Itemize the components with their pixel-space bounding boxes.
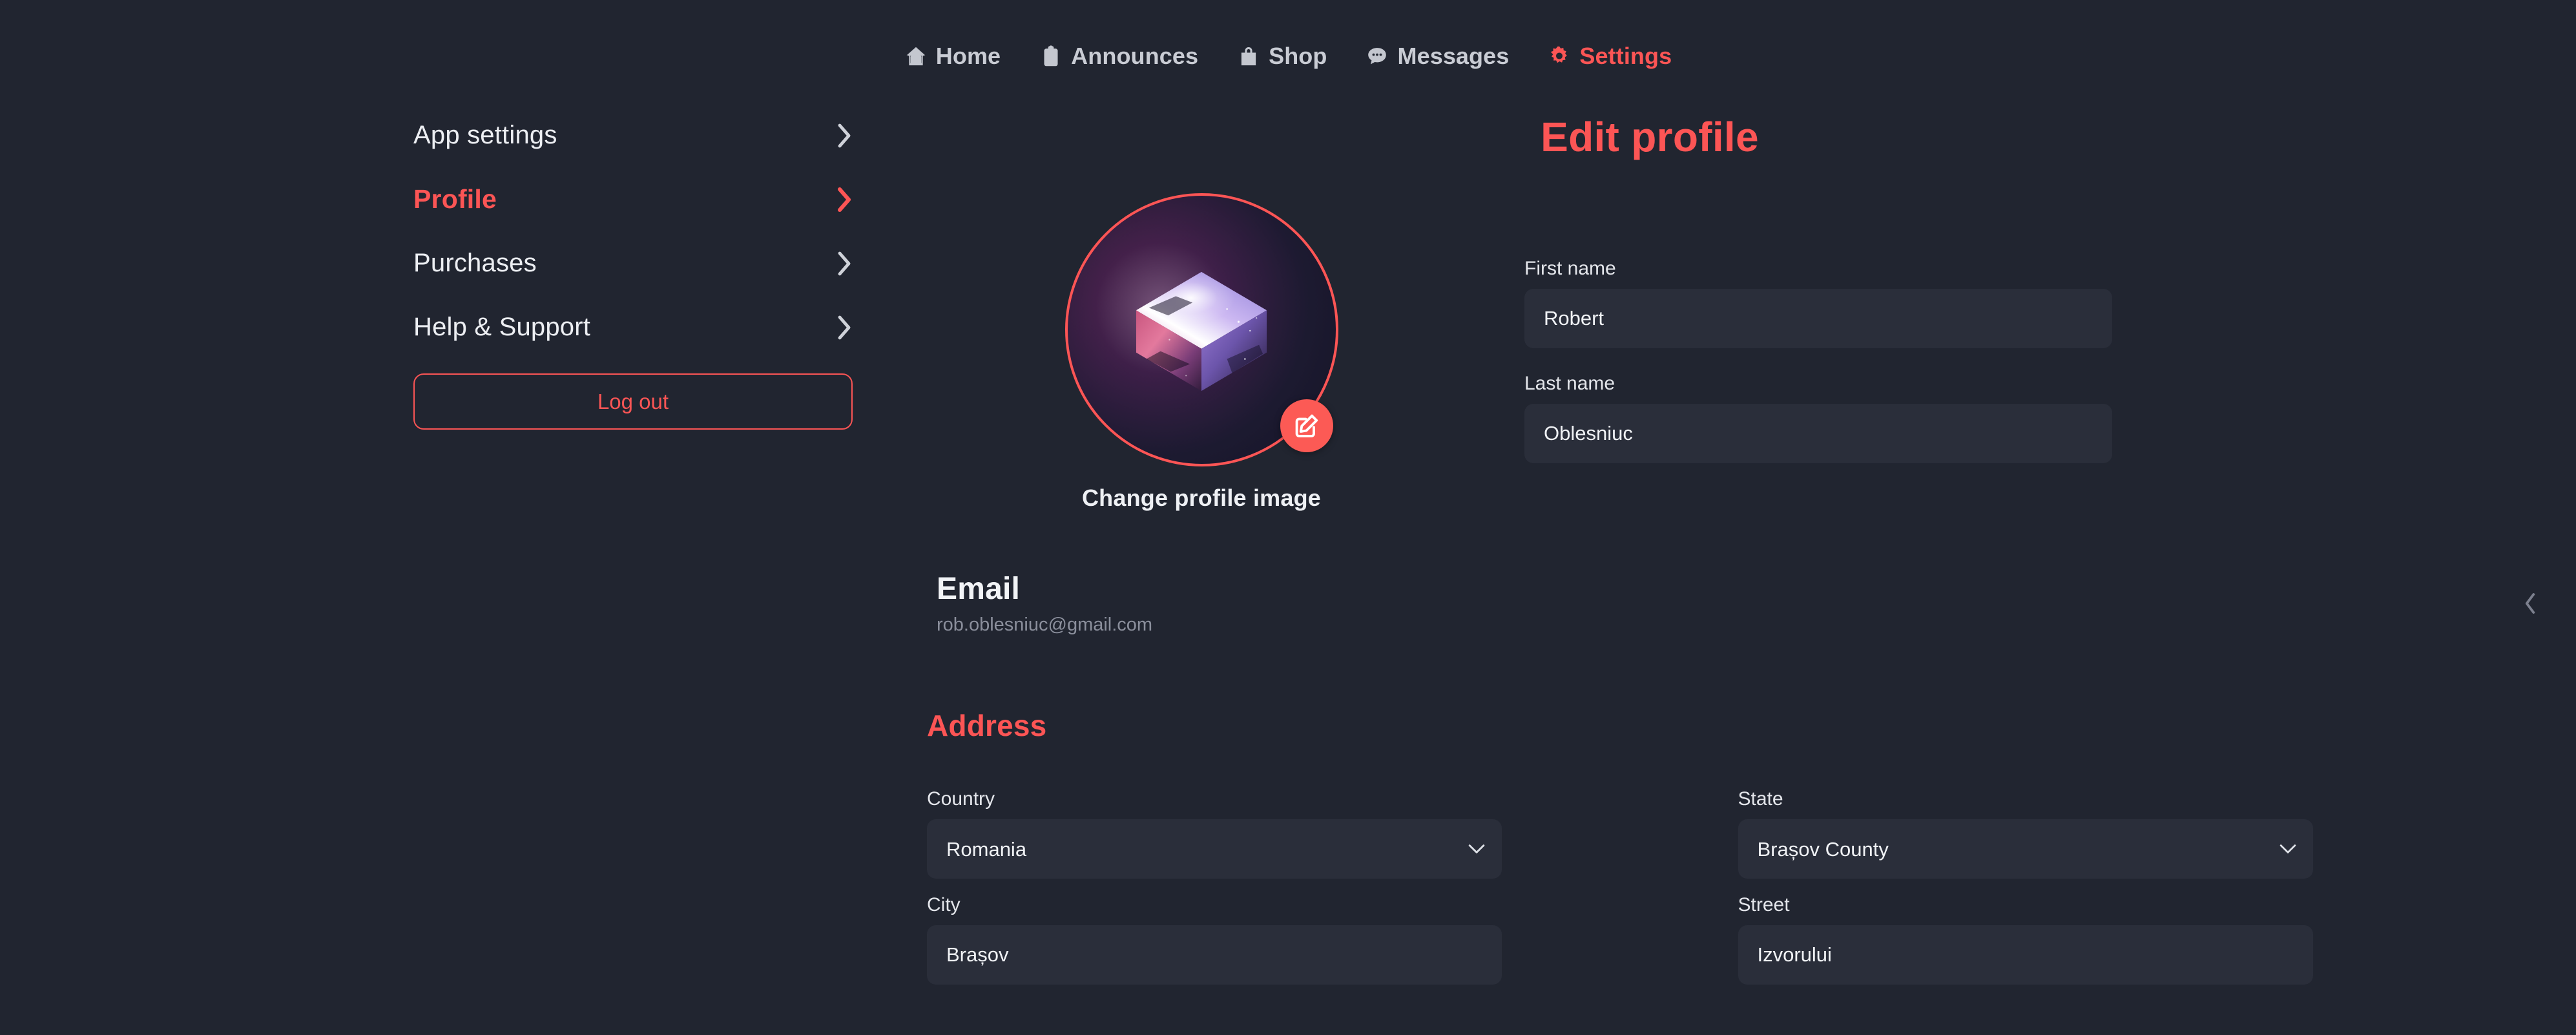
email-section[interactable]: Email rob.oblesniuc@gmail.com xyxy=(937,571,2576,636)
state-group: State Brașov County xyxy=(1738,788,2313,879)
state-select[interactable]: Brașov County xyxy=(1738,819,2313,879)
sidebar-item-label: App settings xyxy=(413,121,557,149)
gear-icon xyxy=(1551,46,1568,63)
country-label: Country xyxy=(927,788,995,810)
sidebar-list: App settings Profile Purchases Help & Su… xyxy=(413,103,853,430)
city-group: City xyxy=(927,894,1502,985)
page-body: App settings Profile Purchases Help & Su… xyxy=(0,100,2576,512)
first-name-group: First name xyxy=(1524,258,2112,348)
nav-label: Shop xyxy=(1269,42,1327,69)
address-grid: Country Romania State Brașov County City xyxy=(927,788,2537,985)
sidebar-item-label: Profile xyxy=(413,184,497,214)
first-name-label: First name xyxy=(1524,258,1616,279)
email-text-block: Email rob.oblesniuc@gmail.com xyxy=(937,571,1152,636)
edit-pencil-icon xyxy=(1295,414,1318,437)
chevron-right-icon xyxy=(838,187,851,212)
profile-top-section: Change profile image First name Last nam… xyxy=(878,193,2460,512)
country-group: Country Romania xyxy=(927,788,1502,879)
chevron-right-icon xyxy=(838,315,851,339)
nav-label: Messages xyxy=(1397,42,1510,69)
nav-item-announces[interactable]: Announces xyxy=(1039,43,1198,70)
avatar[interactable] xyxy=(1065,193,1338,466)
avatar-block: Change profile image xyxy=(878,193,1524,512)
country-select[interactable]: Romania xyxy=(927,819,1502,879)
shopping-bag-icon xyxy=(1241,47,1256,65)
last-name-label: Last name xyxy=(1524,373,1615,394)
sidebar-item-help-support[interactable]: Help & Support xyxy=(413,295,853,359)
last-name-input[interactable] xyxy=(1524,404,2112,463)
nav-item-shop[interactable]: Shop xyxy=(1237,43,1327,70)
country-select-wrap: Romania xyxy=(927,819,1502,879)
email-value: rob.oblesniuc@gmail.com xyxy=(937,614,1153,635)
log-out-button[interactable]: Log out xyxy=(413,373,853,430)
edit-profile-main: Edit profile Change profile image First … xyxy=(878,100,2576,512)
nav-item-messages[interactable]: Messages xyxy=(1366,43,1509,70)
street-input[interactable] xyxy=(1738,925,2313,985)
chat-bubble-icon xyxy=(1368,47,1387,64)
sidebar-item-app-settings[interactable]: App settings xyxy=(413,103,853,167)
settings-sidebar: App settings Profile Purchases Help & Su… xyxy=(0,100,878,512)
nav-label: Home xyxy=(935,42,1001,69)
city-input[interactable] xyxy=(927,925,1502,985)
sidebar-item-purchases[interactable]: Purchases xyxy=(413,231,853,295)
address-title: Address xyxy=(927,709,1047,742)
nav-item-home[interactable]: Home xyxy=(904,43,1001,70)
sidebar-item-label: Help & Support xyxy=(413,313,591,341)
nav-label: Settings xyxy=(1579,42,1672,69)
nav-item-settings[interactable]: Settings xyxy=(1548,43,1672,70)
chevron-left-icon[interactable] xyxy=(2523,590,2537,617)
email-title: Email xyxy=(937,572,1021,606)
street-group: Street xyxy=(1738,894,2313,985)
change-profile-image-label[interactable]: Change profile image xyxy=(1082,485,1321,512)
chevron-right-icon xyxy=(838,251,851,275)
address-section: Address Country Romania State Brașov Cou… xyxy=(927,708,2576,985)
top-navigation: Home Announces Shop Messages Settings xyxy=(0,0,2576,100)
last-name-group: Last name xyxy=(1524,373,2112,463)
first-name-input[interactable] xyxy=(1524,289,2112,348)
sidebar-item-label: Purchases xyxy=(413,249,537,277)
nebula-cube-image xyxy=(1131,263,1272,397)
sidebar-item-profile[interactable]: Profile xyxy=(413,167,853,231)
edit-profile-image-button[interactable] xyxy=(1280,399,1333,452)
page-title: Edit profile xyxy=(1541,114,1759,160)
nav-label: Announces xyxy=(1071,42,1199,69)
state-label: State xyxy=(1738,788,1783,810)
home-icon xyxy=(906,47,926,65)
state-select-wrap: Brașov County xyxy=(1738,819,2313,879)
clipboard-icon xyxy=(1044,45,1058,66)
street-label: Street xyxy=(1738,894,1790,915)
name-fields-column: First name Last name xyxy=(1524,193,2112,488)
city-label: City xyxy=(927,894,961,915)
